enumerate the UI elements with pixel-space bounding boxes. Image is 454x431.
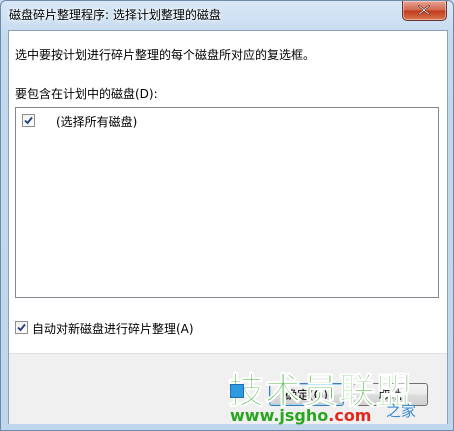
close-icon	[418, 5, 430, 15]
auto-defrag-checkbox[interactable]	[15, 321, 28, 334]
disk-list[interactable]: (选择所有磁盘)	[15, 107, 439, 298]
close-button[interactable]	[402, 1, 447, 21]
ok-button[interactable]: 确定(O)	[269, 383, 344, 406]
auto-defrag-label: 自动对新磁盘进行碎片整理(A)	[32, 322, 194, 336]
title-bar[interactable]: 磁盘碎片整理程序: 选择计划整理的磁盘	[1, 1, 453, 28]
dialog-content: 选中要按计划进行碎片整理的每个磁盘所对应的复选框。 要包含在计划中的磁盘(D):…	[8, 30, 448, 424]
button-bar: 确定(O) 取消	[9, 353, 447, 424]
auto-defrag-option[interactable]: 自动对新磁盘进行碎片整理(A)	[15, 319, 435, 337]
list-item-select-all-disks[interactable]: (选择所有磁盘)	[22, 112, 322, 130]
instruction-text: 选中要按计划进行碎片整理的每个磁盘所对应的复选框。	[15, 48, 316, 62]
window-title: 磁盘碎片整理程序: 选择计划整理的磁盘	[9, 8, 221, 22]
select-all-disks-label: (选择所有磁盘)	[56, 115, 138, 129]
dialog-window: 磁盘碎片整理程序: 选择计划整理的磁盘 选中要按计划进行碎片整理的每个磁盘所对应…	[0, 0, 454, 431]
cancel-button[interactable]: 取消	[353, 383, 428, 406]
checkmark-icon	[17, 323, 26, 332]
checkmark-icon	[24, 116, 33, 125]
select-all-disks-checkbox[interactable]	[22, 114, 35, 127]
disk-list-label: 要包含在计划中的磁盘(D):	[15, 87, 158, 101]
